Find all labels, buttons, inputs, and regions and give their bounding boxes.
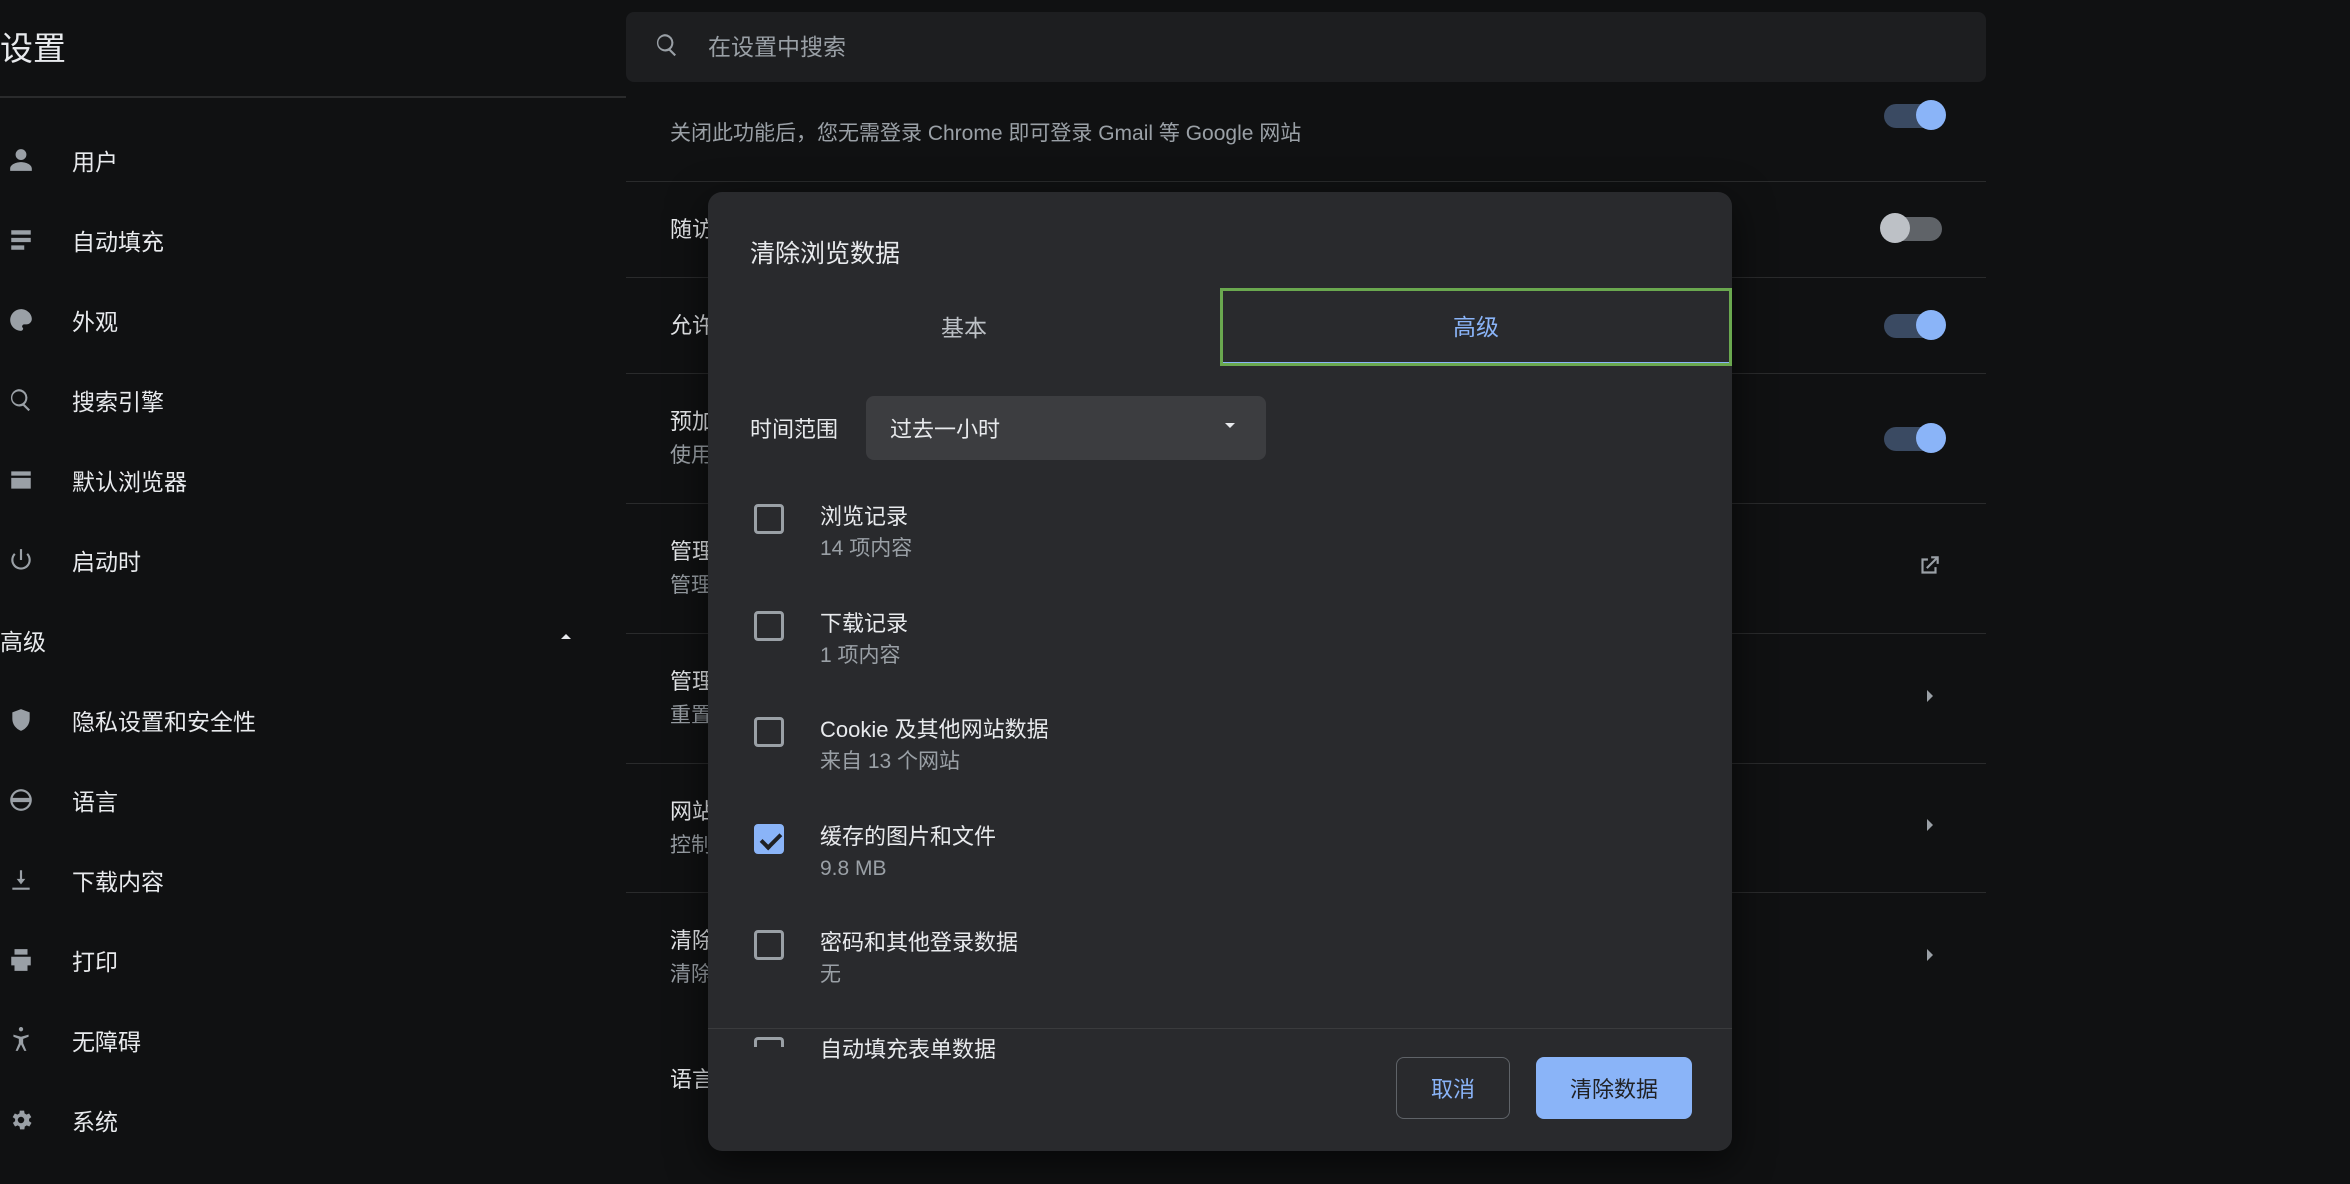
toggle-switch[interactable] [1884, 427, 1942, 451]
chevron-right-icon [1918, 684, 1942, 713]
person-icon [8, 147, 72, 173]
search-icon [8, 387, 72, 413]
external-link-icon[interactable] [1916, 553, 1942, 584]
checkbox[interactable] [754, 930, 784, 960]
item-title: 缓存的图片和文件 [820, 820, 996, 853]
sidebar-item-search-engine[interactable]: 搜索引擎 [0, 360, 626, 440]
item-subtitle: 来自 13 个网站 [820, 746, 1049, 778]
sidebar-section-advanced[interactable]: 高级 [0, 600, 626, 680]
search-icon [654, 32, 680, 63]
sidebar-item-label: 用户 [72, 143, 118, 177]
sidebar-item-privacy[interactable]: 隐私设置和安全性 [0, 680, 626, 760]
page-title: 设置 [0, 22, 66, 70]
dialog-title: 清除浏览数据 [708, 192, 1732, 288]
sidebar-item-label: 下载内容 [72, 863, 164, 897]
power-icon [8, 547, 72, 573]
sidebar-item-accessibility[interactable]: 无障碍 [0, 1000, 626, 1080]
chevron-right-icon [1918, 943, 1942, 972]
checkbox[interactable] [754, 504, 784, 534]
system-icon [8, 1107, 72, 1133]
item-subtitle: 无 [820, 959, 1018, 991]
sidebar-section-label: 高级 [0, 623, 46, 657]
accessibility-icon [8, 1027, 72, 1053]
item-title: 密码和其他登录数据 [820, 926, 1018, 959]
sidebar-item-on-startup[interactable]: 启动时 [0, 520, 626, 600]
sidebar-item-label: 启动时 [72, 543, 141, 577]
sidebar-item-label: 打印 [72, 943, 118, 977]
setting-row[interactable]: 允许登录 Chrome 关闭此功能后，您无需登录 Chrome 即可登录 Gma… [626, 82, 1986, 182]
chevron-up-icon [554, 625, 578, 655]
chevron-right-icon [1918, 813, 1942, 842]
item-title: Cookie 及其他网站数据 [820, 713, 1049, 746]
item-title: 下载记录 [820, 607, 908, 640]
time-range-value: 过去一小时 [890, 412, 1000, 444]
search-input[interactable] [708, 34, 1958, 61]
clear-item-download-history[interactable]: 下载记录 1 项内容 [754, 607, 1690, 672]
checkbox[interactable] [754, 717, 784, 747]
sidebar-item-appearance[interactable]: 外观 [0, 280, 626, 360]
globe-icon [8, 787, 72, 813]
palette-icon [8, 307, 72, 333]
sidebar-item-label: 语言 [72, 783, 118, 817]
item-subtitle: 14 项内容 [820, 533, 912, 565]
item-subtitle: 1 项内容 [820, 640, 908, 672]
checkbox[interactable] [754, 611, 784, 641]
toggle-switch[interactable] [1884, 217, 1942, 241]
sidebar-item-autofill[interactable]: 自动填充 [0, 200, 626, 280]
item-title: 浏览记录 [820, 500, 912, 533]
divider [0, 96, 626, 98]
sidebar-item-system[interactable]: 系统 [0, 1080, 626, 1160]
clear-item-passwords[interactable]: 密码和其他登录数据 无 [754, 926, 1690, 991]
chevron-down-icon [1218, 413, 1242, 443]
sidebar-item-default-browser[interactable]: 默认浏览器 [0, 440, 626, 520]
toggle-switch[interactable] [1884, 314, 1942, 338]
download-icon [8, 867, 72, 893]
print-icon [8, 947, 72, 973]
clear-item-cookies[interactable]: Cookie 及其他网站数据 来自 13 个网站 [754, 713, 1690, 778]
search-bar[interactable] [626, 12, 1986, 82]
cancel-button[interactable]: 取消 [1396, 1057, 1510, 1119]
clear-item-browsing-history[interactable]: 浏览记录 14 项内容 [754, 500, 1690, 565]
item-title: 自动填充表单数据 [820, 1033, 996, 1066]
toggle-switch[interactable] [1884, 104, 1942, 128]
item-subtitle: 9.8 MB [820, 853, 996, 885]
sidebar-item-label: 隐私设置和安全性 [72, 703, 256, 737]
sidebar-item-downloads[interactable]: 下载内容 [0, 840, 626, 920]
sidebar-item-label: 外观 [72, 303, 118, 337]
clear-browsing-data-dialog: 清除浏览数据 基本 高级 时间范围 过去一小时 浏览记录 14 项内容 [708, 192, 1732, 1151]
time-range-label: 时间范围 [750, 412, 838, 444]
sidebar-item-label: 搜索引擎 [72, 383, 164, 417]
sidebar-item-label: 默认浏览器 [72, 463, 187, 497]
checkbox[interactable] [754, 824, 784, 854]
sidebar-item-print[interactable]: 打印 [0, 920, 626, 1000]
tab-advanced[interactable]: 高级 [1220, 288, 1732, 366]
setting-subtitle: 关闭此功能后，您无需登录 Chrome 即可登录 Gmail 等 Google … [670, 117, 1860, 151]
tab-basic[interactable]: 基本 [708, 288, 1220, 366]
time-range-select[interactable]: 过去一小时 [866, 396, 1266, 460]
checkbox[interactable] [754, 1037, 784, 1047]
sidebar-item-label: 系统 [72, 1103, 118, 1137]
sidebar-item-users[interactable]: 用户 [0, 120, 626, 200]
sidebar-item-label: 自动填充 [72, 223, 164, 257]
browser-icon [8, 467, 72, 493]
clear-data-button[interactable]: 清除数据 [1536, 1057, 1692, 1119]
shield-icon [8, 707, 72, 733]
autofill-icon [8, 227, 72, 253]
sidebar-item-language[interactable]: 语言 [0, 760, 626, 840]
sidebar-item-label: 无障碍 [72, 1023, 141, 1057]
clear-item-cached-images[interactable]: 缓存的图片和文件 9.8 MB [754, 820, 1690, 885]
